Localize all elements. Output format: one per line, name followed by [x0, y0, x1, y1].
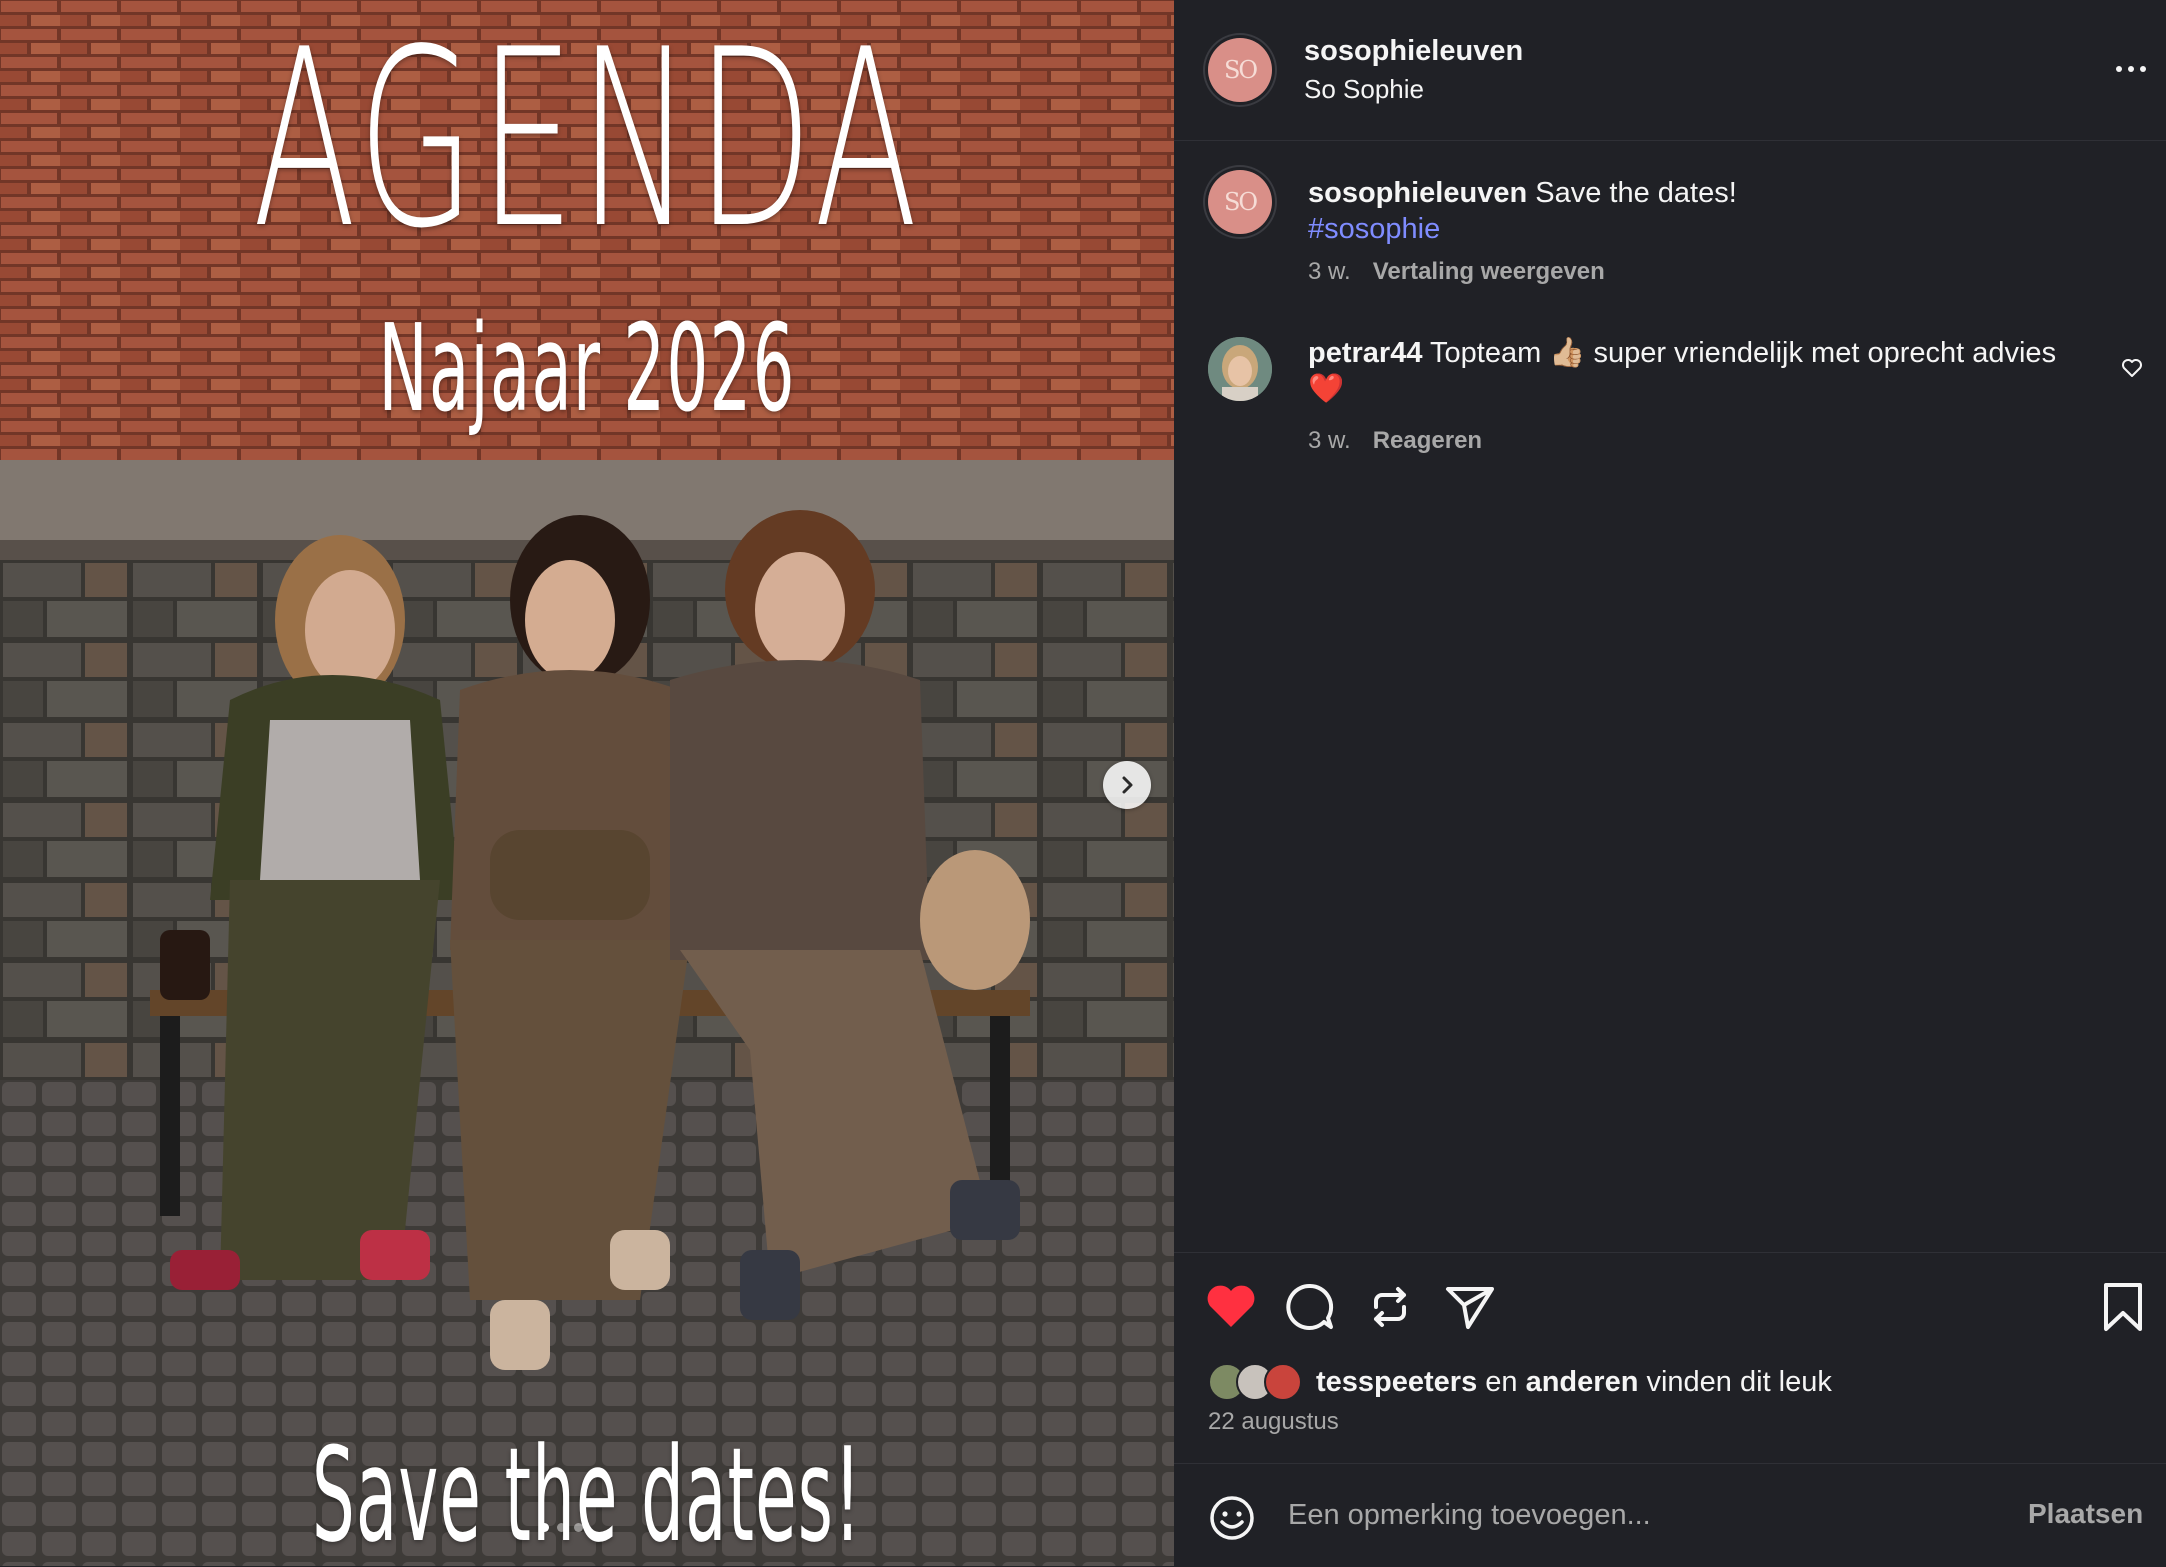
first-liker-link[interactable]: tesspeeters	[1316, 1366, 1477, 1398]
reply-link[interactable]: Reageren	[1373, 427, 1482, 454]
avatar[interactable]: SO	[1208, 38, 1272, 102]
paper-plane-icon	[1446, 1287, 1494, 1329]
post-actions: tesspeeters en anderen vinden dit leuk 2…	[1174, 1252, 2166, 1463]
repost-button[interactable]	[1364, 1281, 1416, 1338]
share-button[interactable]	[1444, 1281, 1496, 1338]
heart-filled-icon	[1207, 1285, 1255, 1327]
post-details-panel: SO sosophieleuven So Sophie SO sosophiel…	[1174, 0, 2166, 1566]
post-comment-button[interactable]: Plaatsen	[2028, 1498, 2143, 1530]
caption-meta: 3 w. Vertaling weergeven	[1308, 258, 1605, 286]
carousel-dot	[574, 1523, 583, 1532]
caption-text: sosophieleuven Save the dates! #sosophie	[1308, 175, 2108, 247]
post-date[interactable]: 22 augustus	[1208, 1408, 1339, 1436]
liker-avatars[interactable]	[1208, 1363, 1302, 1401]
carousel-indicators	[540, 1523, 583, 1532]
caption-avatar[interactable]: SO	[1208, 170, 1272, 234]
more-options-button[interactable]	[2116, 54, 2156, 84]
header-display-name: So Sophie	[1304, 74, 1424, 104]
comment-button[interactable]	[1284, 1281, 1336, 1338]
image-subheadline: Najaar 2026	[378, 300, 796, 439]
avatar	[1264, 1363, 1302, 1401]
comment-like-button[interactable]	[2120, 356, 2144, 385]
commenter-avatar[interactable]	[1208, 337, 1272, 401]
emoji-button[interactable]	[1208, 1494, 1256, 1547]
translate-link[interactable]: Vertaling weergeven	[1373, 258, 1605, 285]
others-link[interactable]: anderen	[1526, 1366, 1639, 1398]
comment-username[interactable]: petrar44	[1308, 337, 1422, 369]
caption-age: 3 w.	[1308, 258, 1351, 285]
caption-username[interactable]: sosophieleuven	[1308, 177, 1527, 209]
smiley-icon	[1210, 1496, 1254, 1540]
repost-icon	[1374, 1287, 1406, 1327]
post-header: SO sosophieleuven So Sophie	[1174, 0, 2166, 141]
comment-meta: 3 w. Reageren	[1308, 427, 1482, 455]
image-headline: AGENDA	[252, 0, 922, 282]
likes-connector: en	[1477, 1365, 1526, 1398]
save-button[interactable]	[2100, 1281, 2146, 1338]
hashtag-link[interactable]: #sosophie	[1308, 213, 1440, 245]
chevron-right-icon	[1122, 776, 1133, 794]
header-username[interactable]: sosophieleuven	[1304, 35, 1523, 68]
bookmark-icon	[2104, 1283, 2142, 1331]
likes-summary: tesspeeters en anderen vinden dit leuk	[1208, 1363, 1832, 1401]
comment-input[interactable]	[1286, 1492, 1990, 1538]
more-horizontal-icon	[2116, 66, 2122, 72]
post-media[interactable]: AGENDA Najaar 2026 Save the dates!	[0, 0, 1174, 1566]
image-footer-text: Save the dates!	[311, 1419, 863, 1566]
next-slide-button[interactable]	[1103, 761, 1151, 809]
comment-bubble-icon	[1286, 1283, 1334, 1330]
avatar-initials: SO	[1223, 56, 1258, 84]
heart-outline-icon	[2122, 359, 2142, 377]
like-button[interactable]	[1204, 1281, 1258, 1336]
add-comment-bar: Plaatsen	[1174, 1463, 2166, 1567]
caption-body: Save the dates!	[1527, 177, 1737, 209]
comment-age: 3 w.	[1308, 427, 1351, 454]
carousel-dot	[540, 1523, 549, 1532]
carousel-dot	[557, 1523, 566, 1532]
likes-suffix: vinden dit leuk	[1638, 1365, 1832, 1398]
comment-text: petrar44 Topteam 👍🏼 super vriendelijk me…	[1308, 335, 2078, 407]
